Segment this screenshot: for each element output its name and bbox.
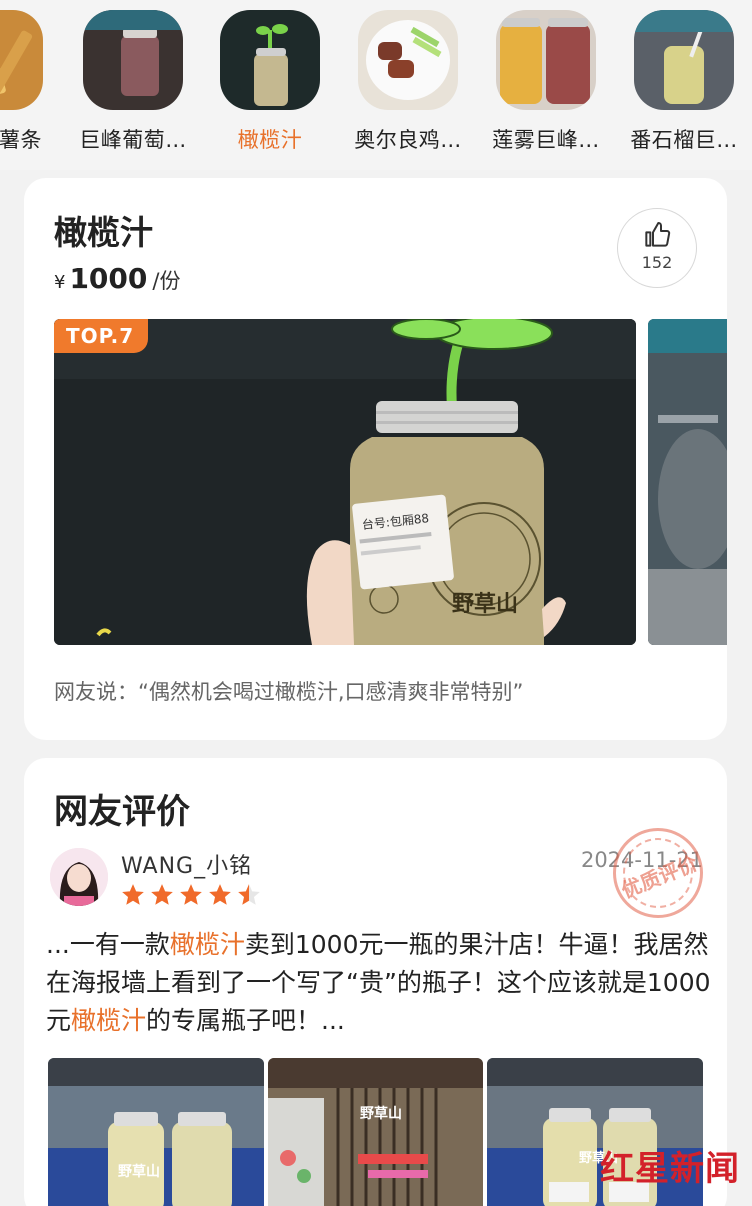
dish-strip: 薯条 巨峰葡萄… 橄榄汁 奥尔良鸡… 莲雾巨峰… 番石榴巨… — [0, 0, 752, 170]
strip-item-fries[interactable]: 薯条 — [0, 10, 58, 154]
restaurant-interior-image — [648, 319, 727, 645]
star-full-icon — [151, 884, 173, 905]
netizen-quote: 网友说：“偶然机会喝过橄榄汁,口感清爽非常特别” — [54, 680, 524, 704]
rating-stars — [120, 882, 262, 908]
fries-thumb — [0, 10, 43, 110]
like-button[interactable]: 152 — [617, 208, 697, 288]
highlight-keyword: 橄榄汁 — [71, 1006, 147, 1035]
strip-item-wax-apple[interactable]: 莲雾巨峰… — [481, 10, 611, 154]
price-unit: /份 — [152, 269, 181, 293]
dish-title: 橄榄汁 — [54, 213, 153, 252]
strip-item-label: 莲雾巨峰… — [492, 128, 600, 152]
currency-symbol: ¥ — [54, 272, 66, 293]
star-half-icon — [238, 884, 260, 905]
review-username[interactable]: WANG_小铭 — [121, 848, 252, 880]
strip-item-label: 巨峰葡萄… — [79, 128, 187, 152]
review-photo-1[interactable]: 野草山 — [48, 1058, 264, 1206]
olive-juice-bottle-image: 野草山 台号:包厢88 — [54, 319, 636, 645]
photo-brand-text: 野草山 — [360, 1105, 402, 1122]
thumbs-up-icon — [645, 222, 671, 247]
price: ¥ 1000 /份 — [54, 262, 180, 295]
star-full-icon — [122, 884, 144, 905]
reviews-title: 网友评价 — [54, 792, 190, 832]
strip-item-guava[interactable]: 番石榴巨… — [619, 10, 749, 154]
bottle-brand-text: 野草山 — [452, 591, 518, 617]
strip-item-label: 奥尔良鸡… — [354, 128, 462, 152]
wax-apple-thumb — [496, 10, 596, 110]
quality-review-stamp: 优质评价 — [599, 814, 717, 932]
watermark-logo: 红星新闻 — [600, 1149, 740, 1189]
dish-photo[interactable]: 野草山 台号:包厢88 TOP.7 — [54, 319, 636, 645]
price-value: 1000 — [69, 262, 148, 295]
strip-item-label: 橄榄汁 — [237, 128, 303, 152]
highlight-keyword: 橄榄汁 — [169, 930, 245, 959]
guava-thumb — [634, 10, 734, 110]
olive-juice-thumb — [220, 10, 320, 110]
review-text-fragment: 的专属瓶子吧！... — [146, 1006, 345, 1035]
star-full-icon — [180, 884, 202, 905]
restaurant-wall-photo: 野草山 — [267, 1058, 484, 1206]
strip-item-chicken[interactable]: 奥尔良鸡… — [343, 10, 473, 154]
dish-photo-next[interactable] — [648, 319, 727, 645]
strip-item-label: 番石榴巨… — [630, 128, 738, 152]
chicken-thumb — [358, 10, 458, 110]
reviews-card: 网友评价 WANG_小铭 2024-11-21 优质评价 ...一有一款橄榄汁卖… — [24, 758, 727, 1206]
bottles-photo: 野草山 — [48, 1058, 264, 1206]
photo-brand-text: 野草山 — [118, 1163, 160, 1180]
user-avatar-image — [50, 848, 108, 906]
review-text-fragment: ...一有一款 — [46, 930, 170, 959]
review-text[interactable]: ...一有一款橄榄汁卖到1000元一瓶的果汁店！牛逼！我居然在海报墙上看到了一个… — [46, 926, 711, 1040]
grape-juice-thumb — [83, 10, 183, 110]
star-full-icon — [209, 884, 231, 905]
review-photo-2[interactable]: 野草山 — [267, 1058, 484, 1206]
like-count: 152 — [641, 253, 673, 272]
strip-item-label: 薯条 — [0, 128, 42, 152]
strip-item-olive[interactable]: 橄榄汁 — [205, 10, 335, 154]
avatar[interactable] — [50, 848, 108, 906]
top-rank-badge: TOP.7 — [54, 319, 149, 353]
dish-card: 橄榄汁 ¥ 1000 /份 152 野草山 台号:包厢88 TOP.7 网友说：… — [24, 178, 727, 740]
strip-item-grape[interactable]: 巨峰葡萄… — [68, 10, 198, 154]
